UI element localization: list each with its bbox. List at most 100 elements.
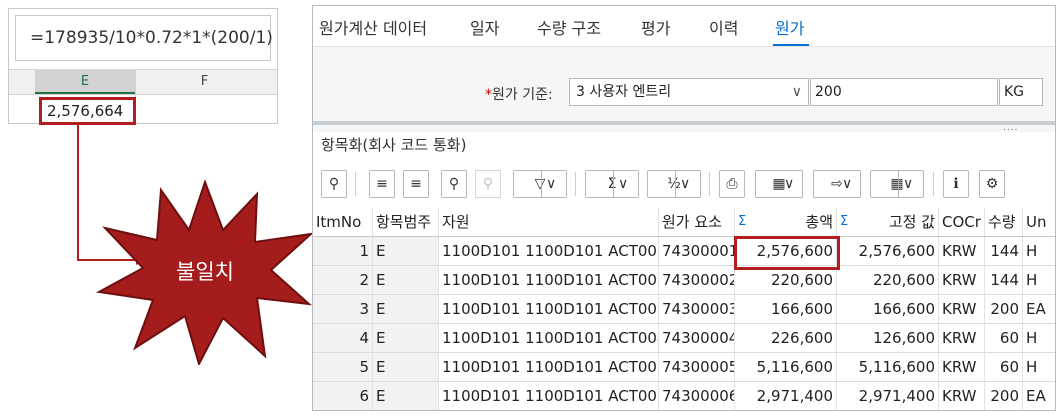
column-header-row: E F xyxy=(9,69,277,95)
filter-button[interactable]: ▽ ∨ xyxy=(513,170,567,198)
search-next-icon[interactable]: ⚲ xyxy=(475,170,501,198)
cell-currency: KRW xyxy=(939,353,985,381)
col-header-resource[interactable]: 자원 xyxy=(439,208,659,236)
col-header-itmno[interactable]: ItmNo xyxy=(313,208,373,236)
col-header-unit[interactable]: Un xyxy=(1023,208,1055,236)
cell-qty: 60 xyxy=(985,353,1023,381)
cell-unit: H xyxy=(1023,324,1055,352)
table-row[interactable]: 3 E 1100D101 1100D101 ACT003 74300003 16… xyxy=(313,295,1055,324)
cell-itmno: 1 xyxy=(313,237,373,265)
cell-resource: 1100D101 1100D101 ACT003 xyxy=(439,295,659,323)
cell-currency: KRW xyxy=(939,382,985,410)
sigma-icon: Σ xyxy=(840,214,849,229)
table-row[interactable]: 2 E 1100D101 1100D101 ACT002 74300002 22… xyxy=(313,266,1055,295)
cell-total: 5,116,600 xyxy=(735,353,837,381)
cell-currency: KRW xyxy=(939,266,985,294)
section-title: 항목화(회사 코드 통화) xyxy=(321,136,467,154)
cost-basis-select[interactable]: 3 사용자 엔트리 ∨ xyxy=(569,78,809,106)
cost-basis-value: 3 사용자 엔트리 xyxy=(576,84,672,100)
table-row[interactable]: 4 E 1100D101 1100D101 ACT004 74300004 22… xyxy=(313,324,1055,353)
sum-button[interactable]: Σ ∨ xyxy=(585,170,639,198)
subtotal-button[interactable]: ½ ∨ xyxy=(647,170,701,198)
cell-resource: 1100D101 1100D101 ACT005 xyxy=(439,353,659,381)
cell-fixed: 220,600 xyxy=(837,266,939,294)
tab-valuation[interactable]: 평가 xyxy=(641,15,670,39)
cell-qty: 200 xyxy=(985,382,1023,410)
cell-category: E xyxy=(373,353,439,381)
col-header-fixed[interactable]: Σ 고정 값 xyxy=(837,208,939,236)
cell-category: E xyxy=(373,324,439,352)
layout-icon: ▦ xyxy=(890,176,904,192)
col-header-total[interactable]: Σ 총액 xyxy=(735,208,837,236)
cell-fixed: 2,971,400 xyxy=(837,382,939,410)
toolbar-separator xyxy=(575,172,576,196)
cell-qty: 144 xyxy=(985,266,1023,294)
layout-button[interactable]: ▦ ∨ xyxy=(870,170,924,198)
print-icon[interactable]: ⎙ xyxy=(719,170,745,198)
split-divider xyxy=(541,171,542,197)
sort-ascending-icon[interactable]: ≡ xyxy=(369,170,395,198)
export-button[interactable]: ⇨ ∨ xyxy=(813,170,861,198)
cell-currency: KRW xyxy=(939,324,985,352)
cell-total: 220,600 xyxy=(735,266,837,294)
search-icon[interactable]: ⚲ xyxy=(441,170,467,198)
splitter-bar[interactable] xyxy=(313,121,1055,125)
cell-category: E xyxy=(373,382,439,410)
cell-unit: H xyxy=(1023,237,1055,265)
col-header-category[interactable]: 항목범주 xyxy=(373,208,439,236)
chevron-down-icon[interactable]: ∨ xyxy=(792,79,802,105)
col-header-currency[interactable]: COCr xyxy=(939,208,985,236)
cell-unit: EA xyxy=(1023,382,1055,410)
subtotal-icon: ½ xyxy=(667,176,681,192)
cell-total: 2,971,400 xyxy=(735,382,837,410)
required-marker: * xyxy=(485,87,492,103)
excel-cell-e[interactable]: 2,576,664 xyxy=(39,97,136,125)
table-row[interactable]: 1 E 1100D101 1100D101 ACT001 74300001 2,… xyxy=(313,237,1055,266)
cell-total: 166,600 xyxy=(735,295,837,323)
cell-cost-element: 74300004 xyxy=(659,324,735,352)
chevron-down-icon[interactable]: ∨ xyxy=(903,171,913,197)
mismatch-callout: 불일치 xyxy=(95,180,315,365)
chevron-down-icon[interactable]: ∨ xyxy=(842,171,852,197)
unit-input[interactable]: KG xyxy=(999,78,1043,106)
chevron-down-icon[interactable]: ∨ xyxy=(784,171,794,197)
table-row[interactable]: 6 E 1100D101 1100D101 ACT006 74300006 2,… xyxy=(313,382,1055,410)
toolbar-separator xyxy=(355,172,356,196)
cell-fixed: 5,116,600 xyxy=(837,353,939,381)
cell-resource: 1100D101 1100D101 ACT006 xyxy=(439,382,659,410)
cell-total: 226,600 xyxy=(735,324,837,352)
formula-bar[interactable]: =178935/10*0.72*1*(200/1) xyxy=(15,15,273,61)
col-header-fixed-label: 고정 값 xyxy=(888,213,935,231)
zoom-icon[interactable]: ⚲ xyxy=(321,170,347,198)
cell-fixed: 126,600 xyxy=(837,324,939,352)
info-icon[interactable]: ℹ xyxy=(943,170,969,198)
split-divider xyxy=(898,171,899,197)
column-header-f[interactable]: F xyxy=(135,70,273,94)
cell-fixed: 166,600 xyxy=(837,295,939,323)
splitter-grip[interactable]: .... xyxy=(1003,123,1018,133)
settings-icon[interactable]: ⚙ xyxy=(979,170,1005,198)
cell-itmno: 3 xyxy=(313,295,373,323)
sort-descending-icon[interactable]: ≡ xyxy=(403,170,429,198)
col-header-qty[interactable]: 수량 xyxy=(985,208,1023,236)
column-header-e[interactable]: E xyxy=(35,70,135,94)
quantity-input[interactable]: 200 xyxy=(810,78,998,106)
cell-resource: 1100D101 1100D101 ACT001 xyxy=(439,237,659,265)
callout-label: 불일치 xyxy=(176,260,234,284)
col-header-cost-element[interactable]: 원가 요소 xyxy=(659,208,735,236)
tab-costing-data[interactable]: 원가계산 데이터 xyxy=(319,15,427,39)
filter-icon: ▽ xyxy=(534,176,546,192)
cell-cost-element: 74300005 xyxy=(659,353,735,381)
sigma-icon: Σ xyxy=(738,214,747,229)
cell-cost-element: 74300002 xyxy=(659,266,735,294)
tab-quantity-structure[interactable]: 수량 구조 xyxy=(537,15,601,39)
tab-costs[interactable]: 원가 xyxy=(775,15,804,39)
chevron-down-icon[interactable]: ∨ xyxy=(680,171,690,197)
chevron-down-icon[interactable]: ∨ xyxy=(618,171,628,197)
table-row[interactable]: 5 E 1100D101 1100D101 ACT005 74300005 5,… xyxy=(313,353,1055,382)
tab-history[interactable]: 이력 xyxy=(709,15,738,39)
chevron-down-icon[interactable]: ∨ xyxy=(546,171,556,197)
col-header-total-label: 총액 xyxy=(805,213,833,231)
view-button[interactable]: ▦ ∨ xyxy=(755,170,803,198)
tab-dates[interactable]: 일자 xyxy=(470,15,499,39)
